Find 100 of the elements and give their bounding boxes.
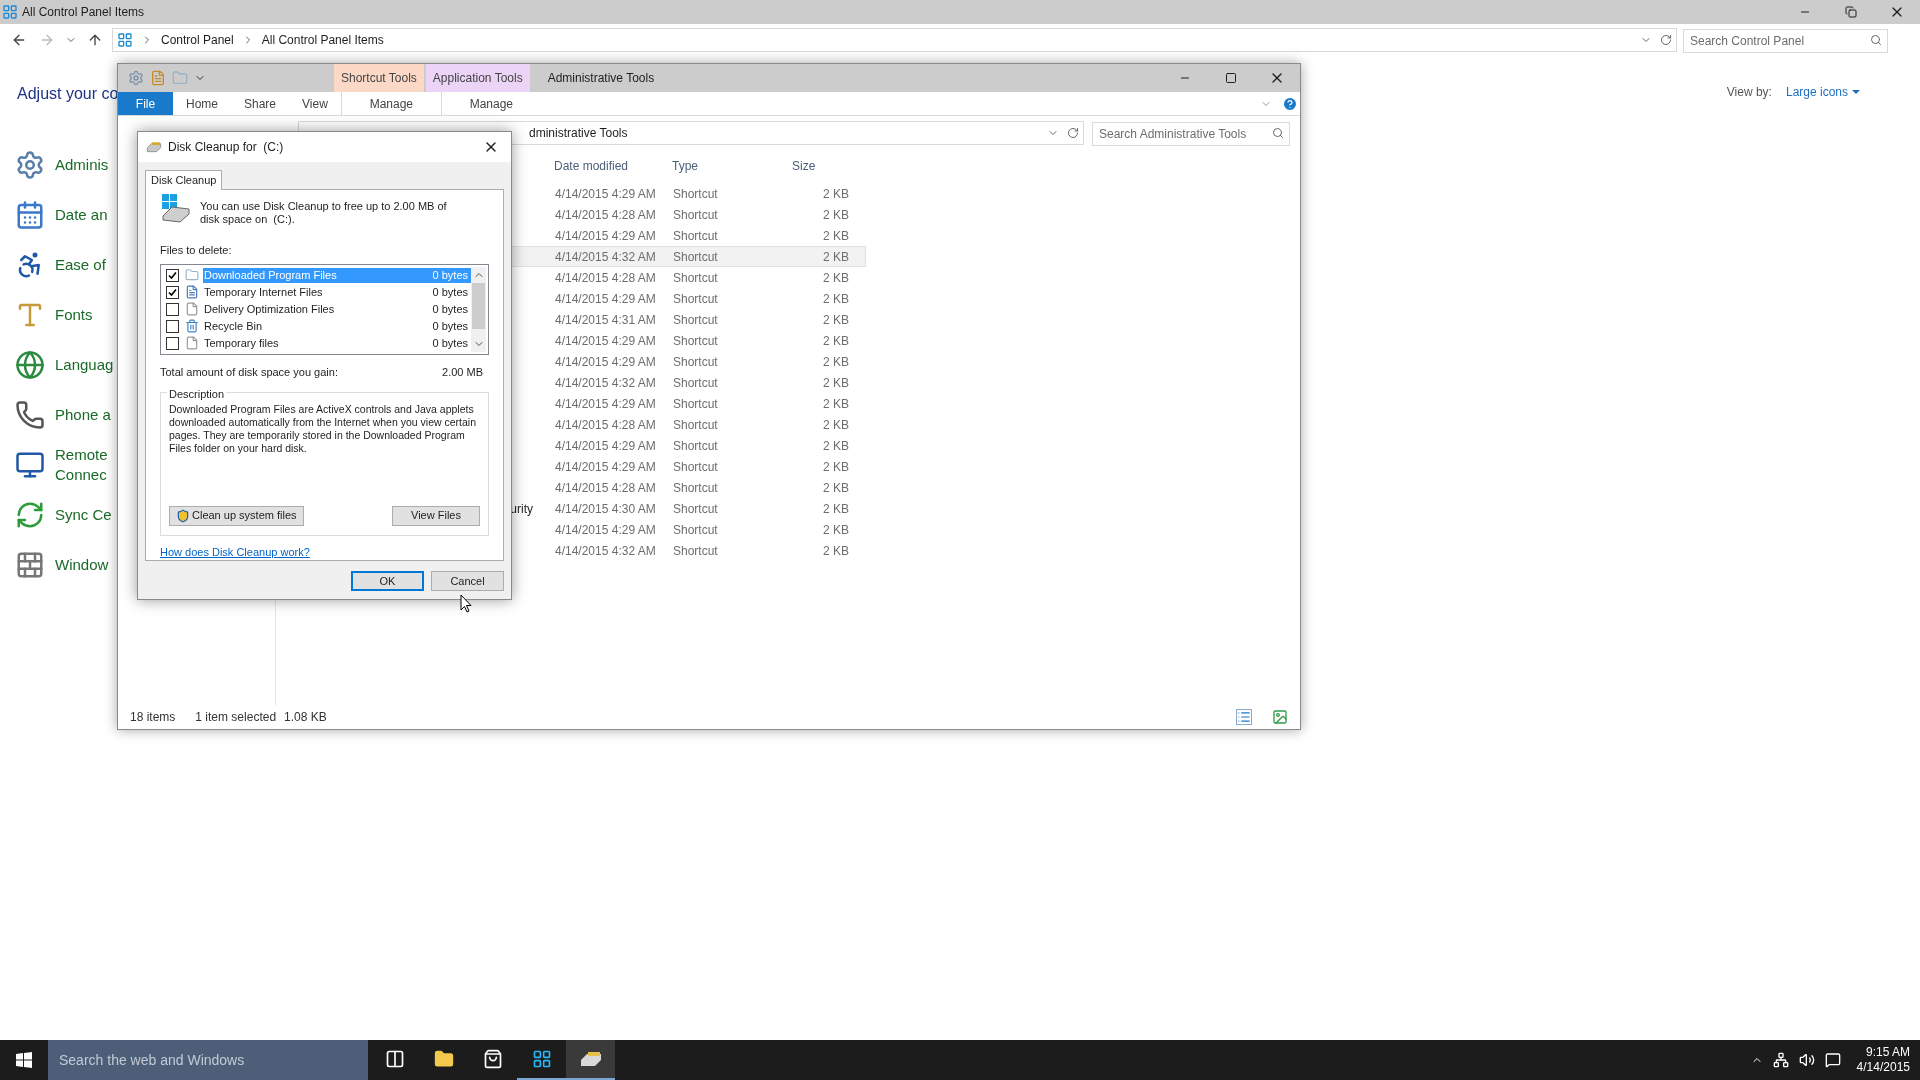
settings-item[interactable]: Phone a [15, 390, 117, 440]
file-list-row[interactable]: Recycle Bin 0 bytes [163, 317, 471, 335]
item-label: Adminis [55, 155, 109, 175]
item-label: Connec [55, 465, 108, 485]
item-label: Window [55, 555, 109, 575]
volume-icon[interactable] [1798, 1052, 1815, 1068]
globe-icon [15, 350, 45, 380]
search-icon [1272, 127, 1284, 139]
ribbon-tab[interactable]: Manage [340, 92, 441, 115]
table-cell-text: Shortcut [672, 479, 719, 497]
view-dropdown[interactable]: Large icons [1785, 83, 1860, 101]
ribbon-tab[interactable]: View [289, 92, 341, 115]
checkbox[interactable] [166, 319, 179, 333]
search-field[interactable]: Search the web and Windows [48, 1040, 368, 1080]
refresh-icon[interactable] [1660, 34, 1672, 46]
ribbon-tab[interactable]: Manage [440, 92, 541, 115]
cancel-button[interactable]: Cancel [431, 571, 504, 591]
search-field[interactable]: Search Control Panel [1683, 29, 1888, 53]
column-header[interactable]: Size [784, 157, 854, 175]
folder-icon [185, 268, 199, 282]
column-header[interactable]: Date modified [544, 157, 664, 175]
breadcrumb-item[interactable]: All Control Panel Items [261, 31, 384, 49]
scrollbar-thumb[interactable] [472, 282, 485, 329]
settings-item[interactable]: Sync Ce [15, 490, 117, 540]
file-size: 0 bytes [432, 335, 469, 351]
table-cell-text: 4/14/2015 4:29 AM [554, 437, 657, 455]
table-cell-text: 4/14/2015 4:28 AM [554, 206, 657, 224]
table-cell-text: 4/14/2015 4:29 AM [554, 185, 657, 203]
clean-up-system-files-button[interactable]: Clean up system files [169, 505, 304, 526]
selection-size: 1.08 KB [284, 709, 327, 726]
ribbon-tab[interactable]: Home [173, 92, 231, 115]
table-cell-text: 4/14/2015 4:29 AM [554, 458, 657, 476]
ribbon-tab[interactable]: Share [231, 92, 290, 115]
dialog-tab[interactable]: Disk Cleanup [145, 170, 223, 190]
checkbox[interactable] [166, 336, 179, 350]
settings-item[interactable]: Date an [15, 190, 117, 240]
file-name: Temporary files [204, 335, 279, 351]
help-link[interactable]: How does Disk Cleanup work? [160, 543, 489, 560]
task-view-icon [384, 1049, 405, 1069]
table-cell-text: 4/14/2015 4:32 AM [554, 248, 657, 266]
table-cell-text: 2 KB [822, 437, 850, 455]
table-cell-text: 2 KB [822, 479, 850, 497]
context-tab-header: Shortcut Tools [334, 64, 424, 92]
file-name: Temporary Internet Files [204, 284, 323, 300]
details-view-icon[interactable] [1236, 709, 1252, 725]
control-panel-icon [117, 32, 133, 48]
address-bar[interactable]: Control Panel All Control Panel Items [112, 28, 1677, 52]
help-icon[interactable] [1282, 95, 1298, 112]
ok-button[interactable]: OK [351, 571, 424, 591]
file-size: 0 bytes [432, 284, 469, 300]
settings-item[interactable]: Window [15, 540, 117, 590]
file-size: 0 bytes [432, 301, 469, 317]
table-cell-text: Shortcut [672, 500, 719, 518]
table-cell-text: 2 KB [822, 374, 850, 392]
refresh-icon[interactable] [1067, 127, 1079, 139]
gear-icon [15, 150, 45, 180]
scrollbar[interactable] [471, 266, 486, 352]
file-list-row[interactable]: Delivery Optimization Files 0 bytes [163, 300, 471, 318]
column-header[interactable]: Type [664, 157, 784, 175]
table-cell-text: Shortcut [672, 206, 719, 224]
network-icon[interactable] [1772, 1052, 1789, 1068]
file-list-row[interactable]: Temporary files 0 bytes [163, 334, 471, 352]
page-heading: Adjust your co [17, 84, 117, 104]
file-name: Delivery Optimization Files [204, 301, 335, 317]
large-icons-view-icon[interactable] [1272, 709, 1288, 725]
settings-item[interactable]: Ease of [15, 240, 117, 290]
settings-item[interactable]: Fonts [15, 290, 117, 340]
settings-item[interactable]: Languag [15, 340, 117, 390]
taskbar-app-button[interactable] [566, 1040, 615, 1080]
table-cell-text: 4/14/2015 4:29 AM [554, 227, 657, 245]
table-cell-text: Shortcut [672, 353, 719, 371]
control-panel-icon [531, 1049, 552, 1069]
checkbox[interactable] [166, 268, 179, 282]
view-files-button[interactable]: View Files [392, 505, 480, 526]
file-size: 0 bytes [432, 318, 469, 334]
file-size: 0 bytes [432, 267, 469, 283]
checkbox[interactable] [166, 285, 179, 299]
file-list-row[interactable]: Temporary Internet Files 0 bytes [163, 283, 471, 301]
table-cell-text: 2 KB [822, 521, 850, 539]
shopping-bag-icon [482, 1049, 503, 1069]
item-label: Ease of [55, 255, 106, 275]
table-cell-text: Shortcut [672, 269, 719, 287]
table-cell-text: 4/14/2015 4:31 AM [554, 311, 657, 329]
table-cell-text: 4/14/2015 4:28 AM [554, 416, 657, 434]
settings-item[interactable]: Remote Connec [15, 440, 117, 490]
checkbox[interactable] [166, 302, 179, 316]
context-tab-header: Application Tools [425, 64, 530, 92]
notifications-icon[interactable] [1824, 1052, 1841, 1068]
table-cell-text: Shortcut [672, 458, 719, 476]
breadcrumb-item[interactable]: Control Panel [161, 31, 234, 49]
drive-icon [578, 1050, 603, 1068]
clock[interactable]: 9:15 AM 4/14/2015 [1856, 1045, 1910, 1075]
ribbon-tab[interactable]: File [118, 92, 173, 115]
files-label: Files to delete: [160, 243, 233, 258]
table-cell-text: Shortcut [672, 290, 719, 308]
table-cell-text: 2 KB [822, 206, 850, 224]
search-field[interactable]: Search Administrative Tools [1092, 122, 1290, 146]
total-value: 2.00 MB [442, 364, 483, 380]
settings-item[interactable]: Adminis [15, 140, 117, 190]
table-cell-text: Shortcut [672, 227, 719, 245]
